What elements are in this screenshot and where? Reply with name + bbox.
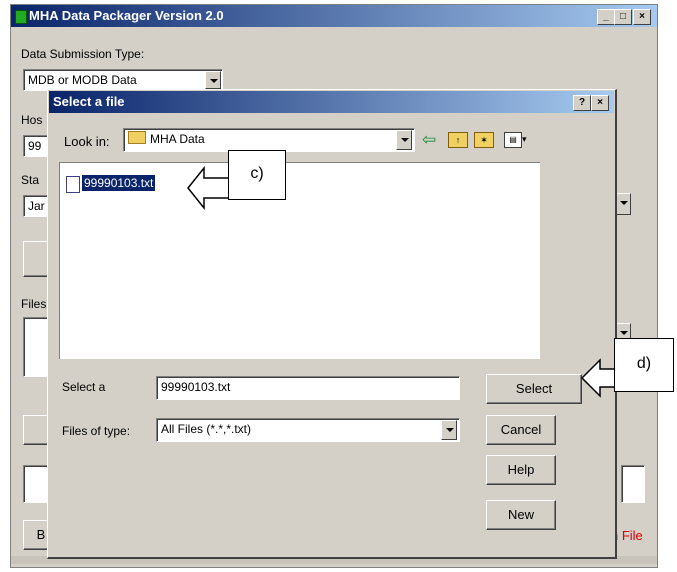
submission-type-select[interactable]: MDB or MODB Data xyxy=(23,69,223,91)
dialog-titlebar: Select a file ? × xyxy=(49,91,614,113)
main-status-field-right xyxy=(621,465,645,503)
select-file-dialog: Select a file ? × Look in: MHA Data ⇦ ↑ … xyxy=(47,89,617,559)
text-file-icon xyxy=(66,176,80,193)
hos-label: Hos xyxy=(21,113,43,127)
close-button[interactable]: × xyxy=(633,9,651,25)
main-window-title: MHA Data Packager Version 2.0 xyxy=(29,8,224,23)
callout-arrow-c xyxy=(187,165,231,211)
cancel-button[interactable]: Cancel xyxy=(486,415,556,445)
look-in-label: Look in: xyxy=(64,134,110,149)
select-button[interactable]: Select xyxy=(486,374,582,404)
files-label: Files xyxy=(21,297,47,311)
submission-type-dropdown-arrow[interactable] xyxy=(205,71,221,89)
select-filename-input[interactable]: 99990103.txt xyxy=(156,376,460,400)
main-window-titlebar: MHA Data Packager Version 2.0 _ □ × xyxy=(11,5,657,27)
back-arrow-icon[interactable]: ⇦ xyxy=(422,130,436,150)
minimize-button[interactable]: _ xyxy=(597,9,615,25)
submission-type-label: Data Submission Type: xyxy=(21,47,145,61)
folder-icon xyxy=(128,131,146,144)
up-folder-icon[interactable]: ↑ xyxy=(448,132,468,148)
new-button[interactable]: New xyxy=(486,500,556,530)
callout-d: d) xyxy=(614,338,674,392)
sta-dropdown-arrow[interactable] xyxy=(615,193,631,215)
dialog-title: Select a file xyxy=(53,94,125,109)
select-label: Select a xyxy=(62,380,106,394)
files-of-type-label: Files of type: xyxy=(62,424,131,438)
look-in-dropdown-arrow[interactable] xyxy=(396,130,412,150)
look-in-select[interactable]: MHA Data xyxy=(123,128,415,152)
file-name: 99990103.txt xyxy=(82,175,156,191)
files-of-type-select[interactable]: All Files (*.*,*.txt) xyxy=(156,418,460,442)
help-button[interactable]: Help xyxy=(486,455,556,485)
app-icon xyxy=(15,10,27,24)
files-of-type-dropdown-arrow[interactable] xyxy=(441,420,457,440)
view-menu-chevron-icon[interactable]: ▾ xyxy=(522,134,527,145)
new-folder-icon[interactable]: ✶ xyxy=(474,132,494,148)
look-in-value: MHA Data xyxy=(150,132,205,146)
view-menu-icon[interactable]: ▤ xyxy=(504,132,522,148)
dialog-help-button[interactable]: ? xyxy=(573,95,591,111)
dialog-close-button[interactable]: × xyxy=(591,95,609,111)
maximize-button[interactable]: □ xyxy=(614,9,632,25)
file-list[interactable]: 99990103.txt xyxy=(59,162,540,359)
sta-label: Sta xyxy=(21,173,40,187)
callout-c: c) xyxy=(228,150,286,200)
